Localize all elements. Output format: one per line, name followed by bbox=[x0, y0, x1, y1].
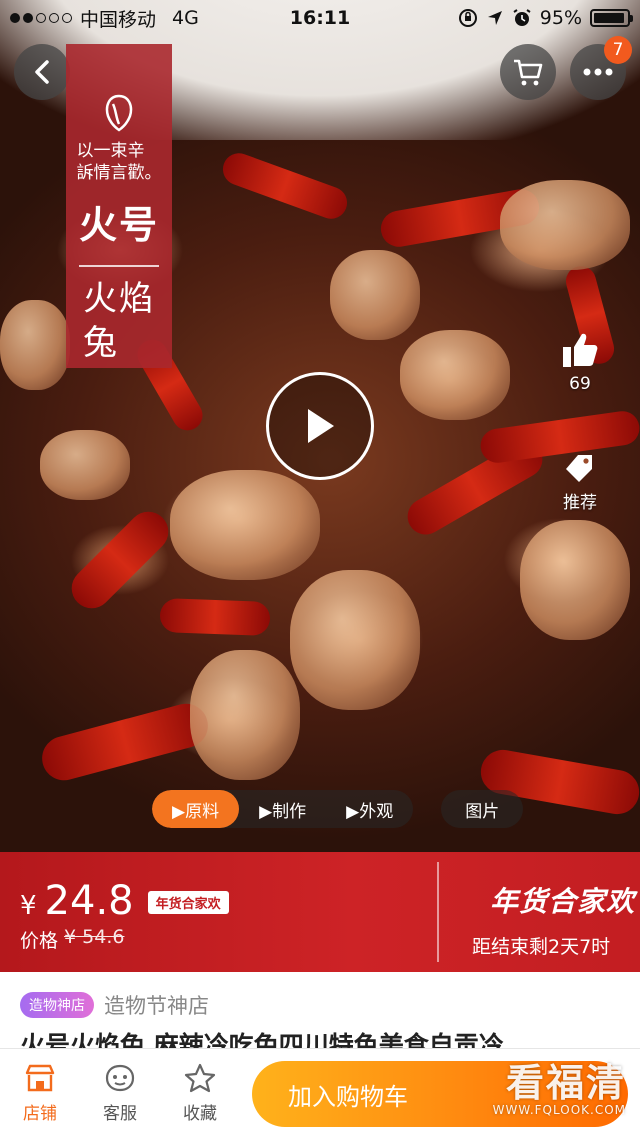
chili-decoration bbox=[159, 598, 271, 636]
store-label: 店铺 bbox=[23, 1104, 57, 1124]
price-divider bbox=[437, 862, 439, 962]
shop-row[interactable]: 造物神店 造物节神店 bbox=[20, 990, 209, 1020]
more-button[interactable]: 7 bbox=[570, 36, 632, 100]
food-piece bbox=[290, 570, 420, 710]
tag-icon bbox=[566, 455, 592, 482]
status-bar: 中国移动 4G 16:11 95% bbox=[0, 0, 640, 36]
tab-photos[interactable]: 图片 bbox=[441, 790, 524, 828]
like-count: 69 bbox=[569, 374, 591, 394]
brand-slogan: 以一束辛 訴情言歡。 bbox=[77, 140, 162, 184]
thumbs-up-icon bbox=[563, 333, 598, 367]
play-video-button[interactable] bbox=[266, 372, 374, 480]
chili-decoration bbox=[37, 698, 213, 786]
orientation-lock-icon bbox=[458, 9, 477, 27]
original-price-value: ¥ 54.6 bbox=[64, 926, 125, 948]
site-watermark: 看福清 WWW.FQLOOK.COM bbox=[493, 1052, 626, 1117]
original-price: 价格 ¥ 54.6 bbox=[20, 926, 124, 953]
battery-icon bbox=[590, 9, 633, 27]
watermark-main: 看福清 bbox=[505, 1061, 626, 1105]
notification-badge: 7 bbox=[604, 36, 632, 64]
chili-decoration bbox=[63, 503, 177, 617]
brand-banner: 以一束辛 訴情言歡。 火号 火焰 兔 bbox=[66, 44, 172, 368]
tab-ingredients[interactable]: ▶原料 bbox=[152, 790, 240, 828]
food-piece bbox=[520, 520, 630, 640]
recommend-label: 推荐 bbox=[563, 493, 597, 513]
alarm-icon bbox=[513, 9, 531, 26]
food-piece bbox=[0, 300, 70, 390]
chat-face-icon bbox=[105, 1064, 135, 1092]
brand-product-line: 火焰 bbox=[83, 279, 155, 319]
shopping-cart-icon bbox=[514, 59, 543, 86]
tab-appearance[interactable]: ▶外观 bbox=[326, 790, 413, 828]
status-left: 中国移动 4G bbox=[10, 5, 199, 32]
location-arrow-icon bbox=[487, 11, 502, 25]
customer-service-button[interactable]: 客服 bbox=[80, 1063, 160, 1124]
media-tab-group: ▶原料 ▶制作 ▶外观 bbox=[152, 790, 414, 828]
food-piece bbox=[40, 430, 130, 500]
price-banner: ¥ 24.8 年货合家欢 价格 ¥ 54.6 年货合家欢 距结束剩2天7时 bbox=[0, 852, 640, 972]
brand-divider bbox=[79, 265, 159, 267]
carrier-name: 中国移动 bbox=[80, 8, 157, 31]
chili-decoration bbox=[218, 148, 352, 224]
play-icon bbox=[308, 409, 334, 443]
brand-logo-icon bbox=[105, 94, 133, 132]
food-piece bbox=[190, 650, 300, 780]
cart-button[interactable] bbox=[500, 44, 556, 100]
network-type: 4G bbox=[172, 7, 199, 29]
star-icon bbox=[184, 1063, 216, 1093]
favorite-button[interactable]: 收藏 bbox=[160, 1063, 240, 1124]
status-right: 95% bbox=[458, 7, 633, 29]
watermark-sub: WWW.FQLOOK.COM bbox=[492, 1103, 626, 1117]
like-button[interactable]: 69 bbox=[556, 330, 604, 394]
brand-product-name: 火焰 兔 bbox=[83, 277, 155, 365]
original-price-label: 价格 bbox=[20, 930, 59, 952]
brand-product-line: 兔 bbox=[83, 323, 119, 363]
recommend-button[interactable]: 推荐 bbox=[552, 452, 608, 513]
shop-name: 造物节神店 bbox=[104, 994, 209, 1018]
tab-making[interactable]: ▶制作 bbox=[239, 790, 326, 828]
chevron-left-icon bbox=[35, 60, 49, 84]
store-button[interactable]: 店铺 bbox=[0, 1063, 80, 1124]
currency-symbol: ¥ bbox=[20, 891, 37, 921]
current-price: ¥ 24.8 年货合家欢 bbox=[20, 878, 229, 924]
store-icon bbox=[25, 1064, 55, 1092]
food-piece bbox=[330, 250, 420, 340]
festival-logo: 年货合家欢 bbox=[490, 885, 636, 918]
food-piece bbox=[400, 330, 510, 420]
brand-slogan-line: 以一束辛 bbox=[76, 141, 145, 161]
brand-name: 火号 bbox=[78, 202, 159, 247]
promo-countdown: 距结束剩2天7时 bbox=[472, 936, 611, 958]
service-label: 客服 bbox=[103, 1104, 137, 1124]
food-piece bbox=[170, 470, 320, 580]
more-dots-icon bbox=[583, 68, 613, 76]
price-value: 24.8 bbox=[44, 878, 134, 924]
battery-fill bbox=[594, 13, 625, 23]
battery-percent: 95% bbox=[539, 7, 582, 29]
back-button[interactable] bbox=[14, 44, 70, 100]
promo-chip: 年货合家欢 bbox=[147, 891, 229, 914]
signal-strength-icon bbox=[10, 13, 72, 23]
brand-slogan-line: 訴情言歡。 bbox=[76, 163, 162, 183]
shop-tag: 造物神店 bbox=[20, 992, 94, 1018]
food-piece bbox=[500, 180, 630, 270]
media-tabs: ▶原料 ▶制作 ▶外观 图片 bbox=[152, 790, 524, 828]
favorite-label: 收藏 bbox=[183, 1104, 217, 1124]
